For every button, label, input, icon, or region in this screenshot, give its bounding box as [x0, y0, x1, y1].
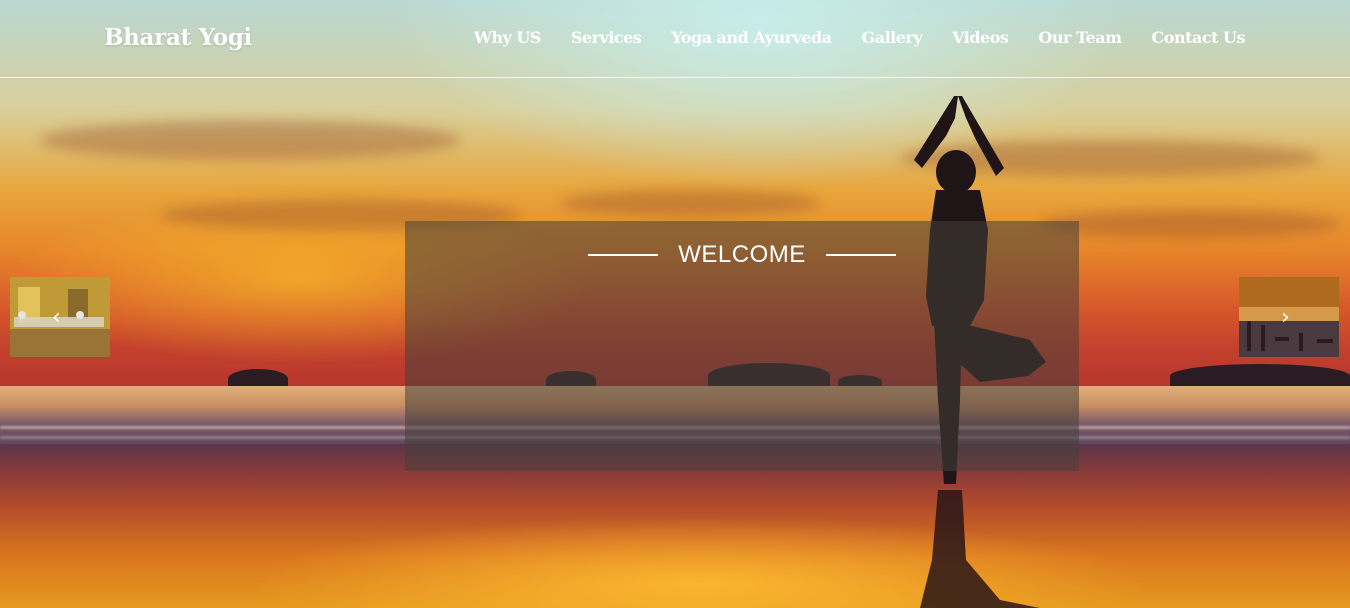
divider-line [588, 254, 659, 256]
chevron-left-icon[interactable]: ‹ [52, 307, 61, 329]
nav-yoga-ayurveda[interactable]: Yoga and Ayurveda [671, 28, 832, 47]
divider-line [825, 254, 896, 256]
brand-logo[interactable]: Bharat Yogi [104, 24, 252, 51]
welcome-heading: WELCOME [405, 241, 1079, 269]
nav-our-team[interactable]: Our Team [1038, 28, 1122, 47]
welcome-title: WELCOME [678, 241, 806, 268]
nav-gallery[interactable]: Gallery [862, 28, 923, 47]
nav-services[interactable]: Services [571, 28, 642, 47]
main-nav: Why US Services Yoga and Ayurveda Galler… [474, 28, 1246, 47]
top-navbar: Bharat Yogi Why US Services Yoga and Ayu… [0, 0, 1350, 78]
next-slide-thumbnail[interactable]: › [1239, 277, 1339, 357]
nav-why-us[interactable]: Why US [474, 28, 541, 47]
chevron-right-icon[interactable]: › [1281, 307, 1290, 329]
welcome-panel: WELCOME [405, 221, 1079, 471]
nav-contact-us[interactable]: Contact Us [1152, 28, 1246, 47]
prev-slide-thumbnail[interactable]: ‹ [10, 277, 110, 357]
nav-videos[interactable]: Videos [952, 28, 1009, 47]
